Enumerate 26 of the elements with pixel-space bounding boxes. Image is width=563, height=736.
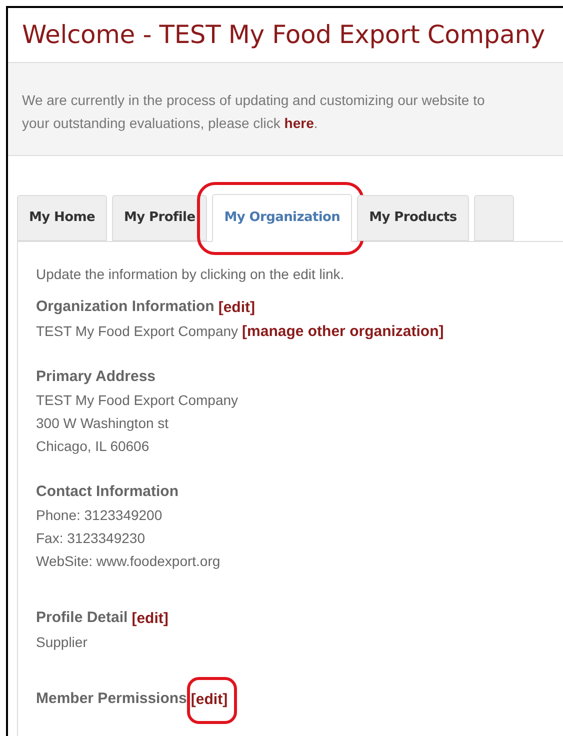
info-text: TEST My Food Export Company — [36, 322, 238, 341]
section-title: Organization Information — [36, 296, 214, 316]
manage-organization-link[interactable]: [manage other organization] — [242, 320, 444, 342]
info-text: Supplier — [36, 632, 88, 652]
tab[interactable]: My Home — [17, 194, 108, 240]
section-title: Profile Detail — [36, 608, 128, 628]
here-link[interactable]: here — [284, 114, 314, 130]
info-text: Phone: 3123349200 — [36, 506, 162, 524]
page-title: Welcome - TEST My Food Export Company — [22, 19, 546, 51]
edit-link[interactable]: [edit] — [218, 298, 256, 316]
edit-link[interactable]: [edit] — [132, 610, 168, 626]
info-text: Fax: 3123349230 — [36, 528, 145, 548]
tab[interactable]: My Profile — [112, 194, 208, 240]
section-title: Primary Address — [36, 366, 156, 386]
info-text: Chicago, IL 60606 — [36, 436, 150, 456]
info-text: TEST My Food Export Company — [36, 390, 238, 410]
edit-link[interactable]: [edit] — [190, 690, 228, 708]
notice-text: We are currently in the process of updating and customizing our website to your outstanding evaluations, please click here. — [22, 90, 486, 133]
section-title: Member Permissions — [36, 688, 187, 708]
info-text: 300 W Washington st — [36, 414, 169, 433]
tab[interactable]: My Organization — [212, 194, 352, 242]
tab[interactable]: My Products — [357, 194, 469, 240]
intro-text: Update the information by clicking on the edit link. — [36, 264, 346, 284]
section-title: Contact Information — [36, 482, 178, 502]
info-text: WebSite: www.foodexport.org — [36, 552, 220, 571]
tab[interactable] — [474, 194, 514, 240]
